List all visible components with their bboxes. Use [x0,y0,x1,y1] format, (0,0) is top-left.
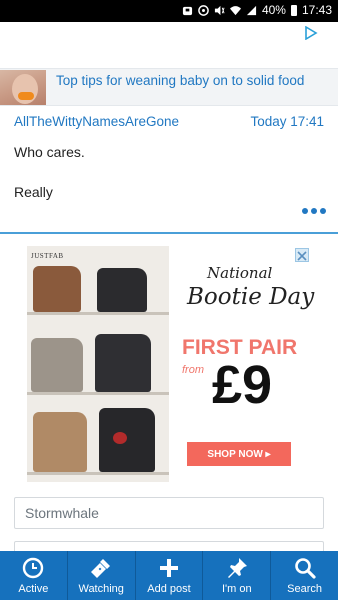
tip-banner[interactable]: Top tips for weaning baby on to solid fo… [0,68,338,106]
nav-label: Add post [147,583,191,595]
nav-active[interactable]: Active [0,551,68,600]
screen: 40% 17:43 Top tips for weaning baby on t… [0,0,338,600]
nav-label: Search [287,583,323,595]
status-bar: 40% 17:43 [0,0,338,22]
status-icons: 40% 17:43 [182,3,332,17]
nav-label: Active [18,583,49,595]
ad-price: £9 [212,355,273,415]
flashlight-icon [91,559,111,578]
search-icon [294,558,316,579]
shop-now-button[interactable]: SHOP NOW ▸ [187,442,291,466]
nav-im-on[interactable]: I'm on [203,551,272,600]
wifi-icon [229,5,241,15]
ad-brand: JUSTFAB [31,252,64,260]
pin-icon [227,558,247,578]
post-author[interactable]: AllTheWittyNamesAreGone [14,114,179,129]
sync-icon [198,4,209,16]
advertisement[interactable]: JUSTFAB National Bootie Day FIRST PAIR f… [27,246,315,482]
cloud-icon [182,6,193,15]
nav-search[interactable]: Search [271,551,338,600]
ad-from: from [182,364,204,376]
bottom-nav: Active Watching Add post I'm on Search [0,551,338,600]
clock-time: 17:43 [301,3,332,17]
baby-thumbnail [0,70,46,105]
nav-label: I'm on [221,583,252,595]
tip-text[interactable]: Top tips for weaning baby on to solid fo… [56,72,304,90]
clock-icon [23,557,44,579]
more-dots-icon[interactable] [302,205,326,217]
mute-icon [214,5,225,15]
signal-icon [246,5,257,15]
battery-percent: 40% [261,3,286,17]
ad-title-line1: National [207,264,273,282]
close-icon[interactable] [295,248,309,262]
post-time[interactable]: Today 17:41 [250,114,324,129]
plus-icon [159,559,178,577]
post-header: AllTheWittyNamesAreGone Today 17:41 [14,114,324,132]
nav-watching[interactable]: Watching [68,551,136,600]
post-body: Who cares. Really [14,143,85,201]
post-line: Who cares. [14,144,85,160]
nav-label: Watching [78,583,124,595]
nav-add-post[interactable]: Add post [136,551,204,600]
text-input[interactable]: Stormwhale [14,497,324,529]
battery-icon [290,4,297,16]
post-line: Really [14,184,53,200]
divider [0,232,338,234]
ad-title-line2: Bootie Day [187,284,315,310]
ad-boots-image: JUSTFAB [27,246,169,482]
ad-choices-icon[interactable] [304,26,318,40]
